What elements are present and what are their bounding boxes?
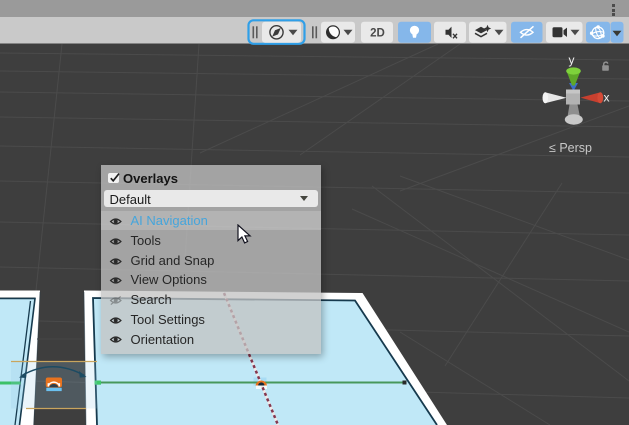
svg-text:≤ Persp: ≤ Persp: [549, 141, 592, 155]
svg-text:x: x: [604, 91, 610, 105]
svg-text:y: y: [569, 53, 575, 67]
svg-text:2D: 2D: [370, 28, 385, 40]
